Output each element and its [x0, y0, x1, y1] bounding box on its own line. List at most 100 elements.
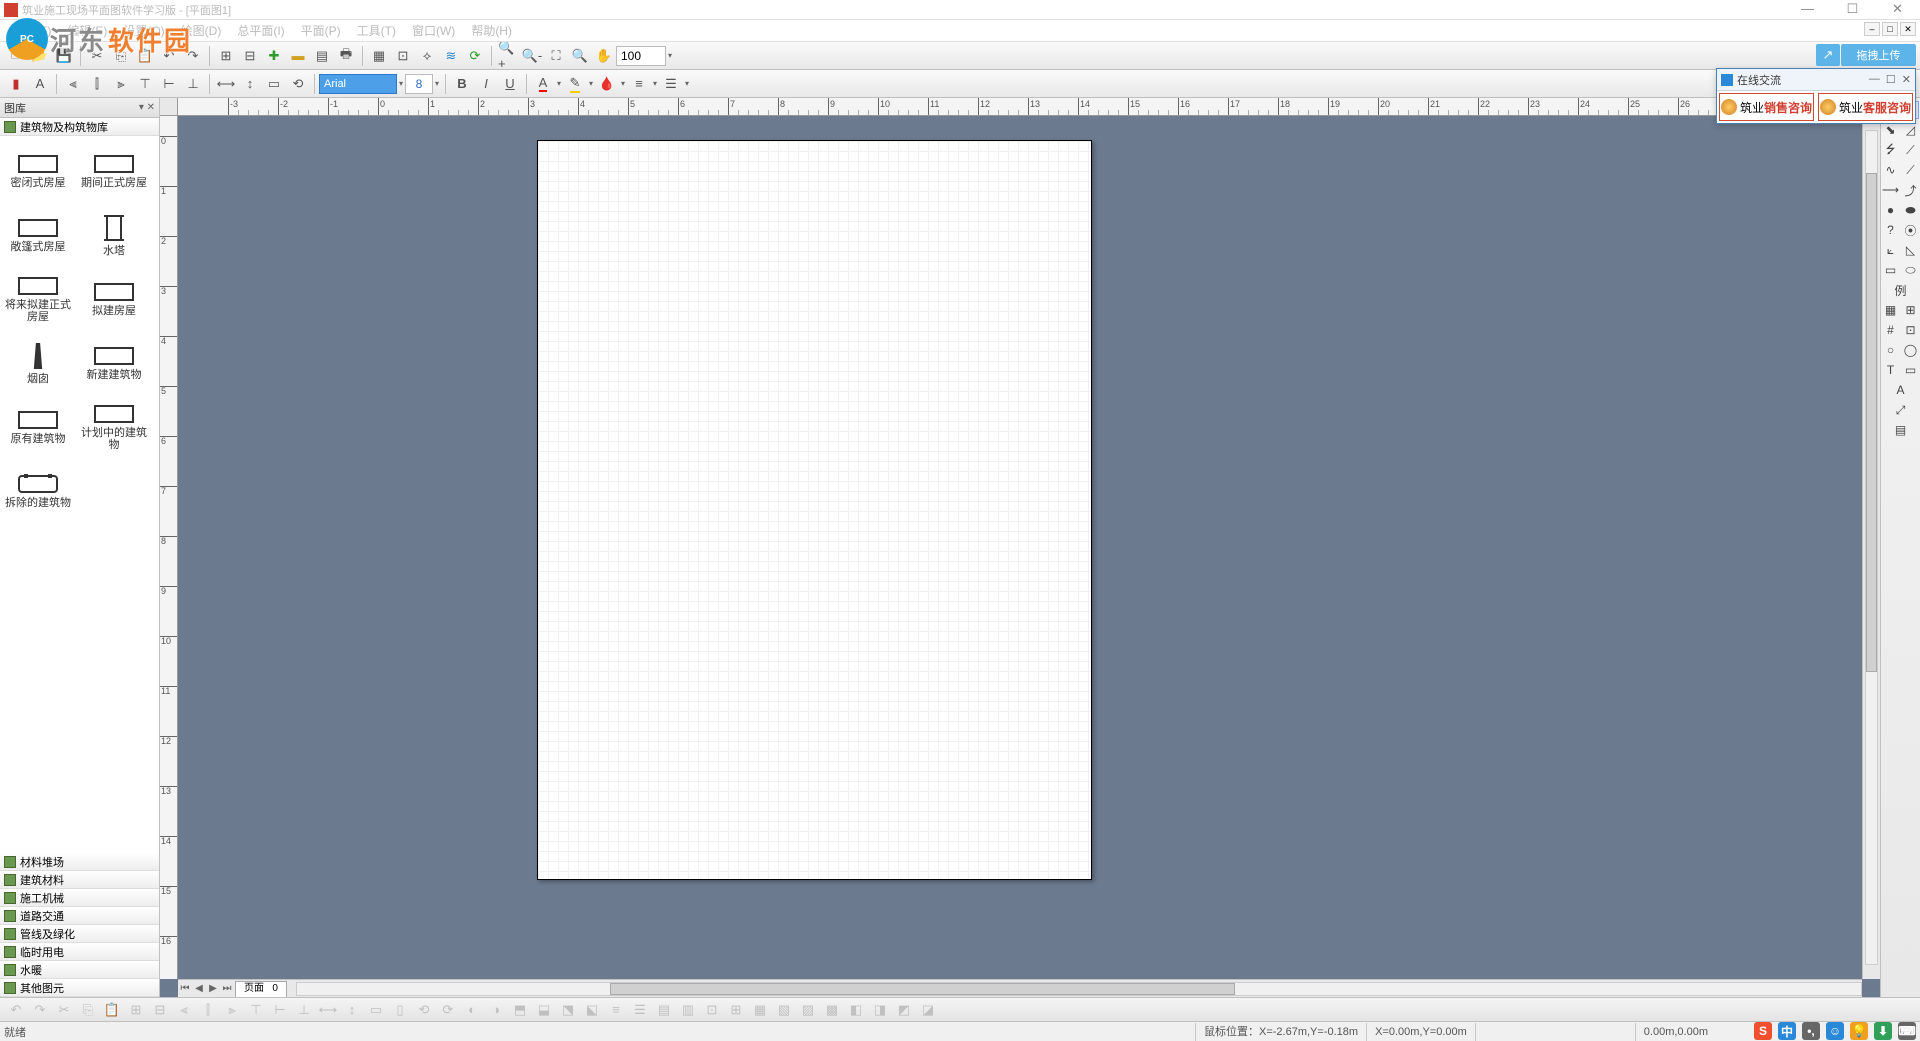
snap-button[interactable]: ⊡ [392, 45, 414, 67]
draw-tool[interactable]: ⟋ [1902, 161, 1920, 179]
chat-max-button[interactable]: ☐ [1886, 73, 1896, 86]
cut-button[interactable]: ✂ [86, 45, 108, 67]
bottom-tool[interactable]: ▩ [821, 999, 843, 1021]
draw-tool[interactable]: ⬬ [1902, 201, 1920, 219]
library-category[interactable]: 水暖 [0, 961, 159, 979]
horizontal-ruler[interactable]: -3-2-10123456789101112131415161718192021… [178, 98, 1862, 116]
bottom-tool[interactable]: ⊡ [701, 999, 723, 1021]
draw-tool[interactable]: ⦿ [1902, 221, 1920, 239]
library-header[interactable]: 图库 ▾ ✕ [0, 98, 159, 118]
draw-tool[interactable]: ⤢ [1892, 401, 1910, 419]
lineweight-dd[interactable]: ▾ [683, 74, 691, 94]
bottom-tool[interactable]: ⊢ [269, 999, 291, 1021]
undo-button[interactable]: ↶ [158, 45, 180, 67]
fontsize-dropdown[interactable]: ▾ [433, 74, 441, 94]
menu-settings[interactable]: 设置(O) [115, 20, 172, 41]
doc-close-button[interactable]: ✕ [1900, 22, 1916, 36]
library-item[interactable]: 水塔 [76, 204, 152, 268]
zoom-input[interactable] [616, 46, 666, 66]
rotate-button[interactable]: ⟲ [287, 73, 309, 95]
zoom-dropdown[interactable]: ▾ [666, 46, 674, 66]
first-page-button[interactable]: ⏮ [178, 983, 192, 994]
bottom-tool[interactable]: ☰ [629, 999, 651, 1021]
draw-tool[interactable]: ⟀ [1882, 241, 1900, 259]
redo-button[interactable]: ↷ [182, 45, 204, 67]
menu-file[interactable]: 文件(F) [4, 20, 59, 41]
close-button[interactable]: ✕ [1875, 0, 1920, 20]
print-button[interactable]: 🖶 [335, 45, 357, 67]
tray-icon[interactable]: S [1754, 1022, 1772, 1040]
bottom-tool[interactable]: ▨ [797, 999, 819, 1021]
draw-tool[interactable]: ⤴ [1902, 181, 1920, 199]
drawing-page[interactable] [537, 140, 1092, 880]
fontsize-input[interactable] [405, 74, 433, 94]
pin-icon[interactable]: ▾ ✕ [139, 102, 155, 113]
copy-button[interactable]: ⎘ [110, 45, 132, 67]
crop-button[interactable]: ⟡ [416, 45, 438, 67]
bottom-tool[interactable]: ↷ [29, 999, 51, 1021]
ungroup-button[interactable]: ⊟ [239, 45, 261, 67]
paste-button[interactable]: 📋 [134, 45, 156, 67]
library-item[interactable]: 拆除的建筑物 [0, 460, 76, 524]
sizes-button[interactable]: ▭ [263, 73, 285, 95]
bottom-tool[interactable]: ▤ [653, 999, 675, 1021]
library-item[interactable]: 拟建房屋 [76, 268, 152, 332]
drag-upload-button[interactable]: 拖拽上传 [1841, 44, 1916, 66]
remove-icon[interactable]: ▬ [287, 45, 309, 67]
draw-tool[interactable]: ▤ [1892, 421, 1910, 439]
library-category[interactable]: 管线及绿化 [0, 925, 159, 943]
bottom-tool[interactable]: 📋 [101, 999, 123, 1021]
bottom-tool[interactable]: ✂ [53, 999, 75, 1021]
draw-tool[interactable]: 例 [1892, 281, 1910, 299]
maximize-button[interactable]: ☐ [1830, 0, 1875, 20]
sales-chat-button[interactable]: 筑业销售咨询 [1719, 93, 1814, 121]
fontcolor-dd[interactable]: ▾ [555, 74, 563, 94]
bottom-tool[interactable]: ◩ [893, 999, 915, 1021]
library-category[interactable]: 其他图元 [0, 979, 159, 997]
bottom-tool[interactable]: ⊞ [725, 999, 747, 1021]
pan-button[interactable]: ✋ [593, 45, 615, 67]
ruler-corner[interactable] [160, 98, 178, 116]
draw-tool[interactable]: ◯ [1902, 341, 1920, 359]
draw-tool[interactable]: ⊡ [1902, 321, 1920, 339]
align-top-button[interactable]: ⊤ [134, 73, 156, 95]
fontcolor-button[interactable]: A [532, 73, 554, 95]
draw-tool[interactable]: ⟶ [1882, 181, 1900, 199]
align-left-button[interactable]: ⫷ [62, 73, 84, 95]
zoom-window-button[interactable]: 🔍 [569, 45, 591, 67]
linestyle-dd[interactable]: ▾ [651, 74, 659, 94]
bottom-tool[interactable]: ▭ [365, 999, 387, 1021]
horizontal-scrollbar[interactable] [296, 982, 1862, 996]
lineweight-button[interactable]: ☰ [660, 73, 682, 95]
menu-plan[interactable]: 平面(P) [293, 20, 349, 41]
bottom-tool[interactable]: ⊞ [125, 999, 147, 1021]
library-category[interactable]: 道路交通 [0, 907, 159, 925]
menu-tools[interactable]: 工具(T) [349, 20, 404, 41]
library-item[interactable]: 将来拟建正式房屋 [0, 268, 76, 332]
textfmt-button[interactable]: A [29, 73, 51, 95]
bottom-tool[interactable]: ⬔ [557, 999, 579, 1021]
draw-tool[interactable]: ▭ [1882, 261, 1900, 279]
tray-icon[interactable]: ☺ [1826, 1022, 1844, 1040]
bottom-tool[interactable]: ◨ [869, 999, 891, 1021]
layers-button[interactable]: ▤ [311, 45, 333, 67]
tray-icon[interactable]: 中 [1778, 1022, 1796, 1040]
dist-h-button[interactable]: ⟷ [215, 73, 237, 95]
tray-icon[interactable]: •, [1802, 1022, 1820, 1040]
zoom-in-button[interactable]: 🔍+ [497, 45, 519, 67]
bottom-tool[interactable]: ⫷ [173, 999, 195, 1021]
bottom-tool[interactable]: ⎘ [77, 999, 99, 1021]
bottom-tool[interactable]: ▧ [773, 999, 795, 1021]
draw-tool[interactable]: ∿ [1882, 161, 1900, 179]
library-item[interactable]: 计划中的建筑物 [76, 396, 152, 460]
bottom-tool[interactable]: ◧ [845, 999, 867, 1021]
menu-window[interactable]: 窗口(W) [404, 20, 463, 41]
draw-tool[interactable]: ◺ [1902, 241, 1920, 259]
menu-draw[interactable]: 绘图(D) [173, 20, 230, 41]
draw-tool[interactable]: ● [1882, 201, 1900, 219]
last-page-button[interactable]: ⏭ [220, 983, 234, 994]
doc-restore-button[interactable]: □ [1882, 22, 1898, 36]
library-category[interactable]: 施工机械 [0, 889, 159, 907]
library-category[interactable]: 材料堆场 [0, 853, 159, 871]
draw-tool[interactable]: ? [1882, 221, 1900, 239]
